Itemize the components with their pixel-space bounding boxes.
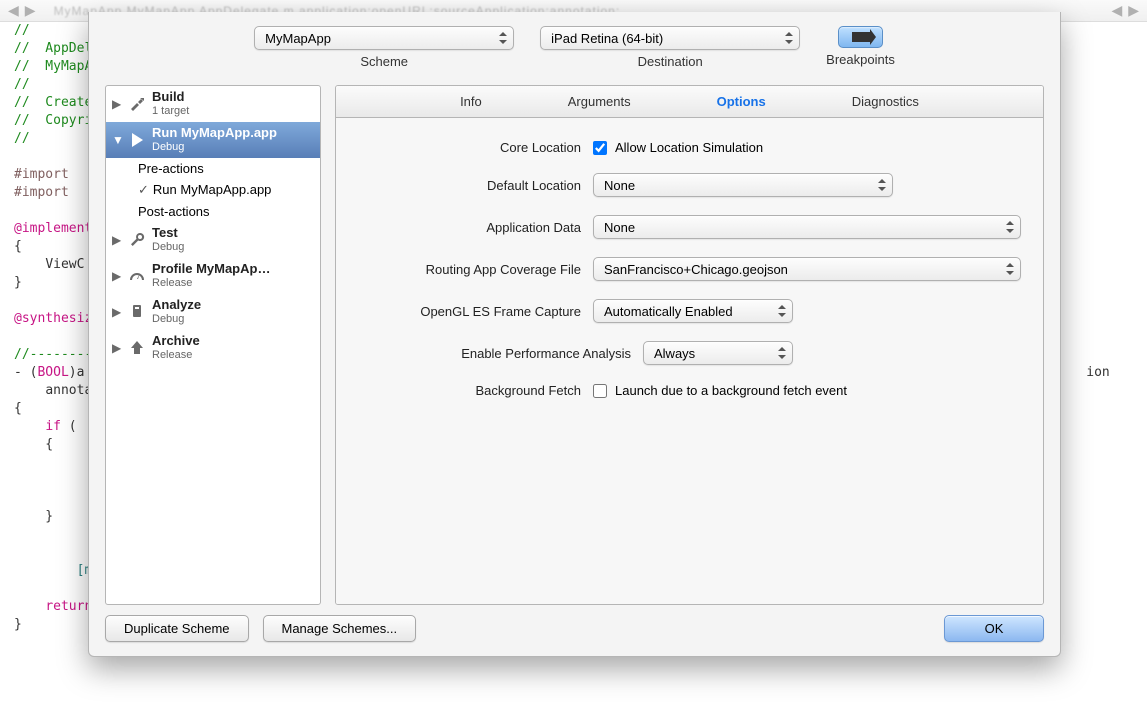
options-form: Core Location Allow Location Simulation …	[336, 118, 1043, 604]
sheet-footer: Duplicate Scheme Manage Schemes... OK	[89, 609, 1060, 656]
tab-diagnostics[interactable]: Diagnostics	[852, 94, 919, 109]
gauge-icon	[128, 267, 146, 285]
scheme-item-test[interactable]: ▶ TestDebug	[106, 222, 320, 258]
scheme-selector-label: Scheme	[360, 54, 408, 69]
background-fetch-label: Background Fetch	[358, 383, 593, 398]
chevron-right-icon[interactable]: ▶	[112, 233, 122, 247]
default-location-select[interactable]: None	[593, 173, 893, 197]
chevron-down-icon[interactable]: ▼	[112, 133, 122, 147]
opengl-capture-select[interactable]: Automatically Enabled	[593, 299, 793, 323]
tab-info[interactable]: Info	[460, 94, 482, 109]
breakpoint-icon	[852, 32, 870, 42]
analyze-icon	[128, 303, 146, 321]
chevron-right-icon[interactable]: ▶	[112, 269, 122, 283]
nav-forward-icon[interactable]: ▶	[25, 2, 36, 19]
archive-icon	[128, 339, 146, 357]
wrench-icon	[128, 231, 146, 249]
breakpoints-label: Breakpoints	[826, 52, 895, 67]
scheme-subitem-postactions[interactable]: Post-actions	[106, 201, 320, 222]
manage-schemes-button[interactable]: Manage Schemes...	[263, 615, 417, 642]
allow-location-simulation-text: Allow Location Simulation	[615, 140, 763, 155]
opengl-capture-label: OpenGL ES Frame Capture	[358, 304, 593, 319]
scheme-item-build[interactable]: ▶ Build1 target	[106, 86, 320, 122]
chevron-right-icon[interactable]: ▶	[112, 305, 122, 319]
scheme-action-list: ▶ Build1 target ▼ Run MyMapApp.appDebug …	[105, 85, 321, 605]
scheme-item-analyze[interactable]: ▶ AnalyzeDebug	[106, 294, 320, 330]
scheme-subitem-runapp[interactable]: Run MyMapApp.app	[106, 179, 320, 201]
default-location-label: Default Location	[358, 178, 593, 193]
chevron-right-icon[interactable]: ▶	[112, 341, 122, 355]
application-data-label: Application Data	[358, 220, 593, 235]
breakpoints-button[interactable]	[838, 26, 883, 48]
scheme-subitem-preactions[interactable]: Pre-actions	[106, 158, 320, 179]
chevron-right-icon[interactable]: ▶	[112, 97, 122, 111]
scheme-selector[interactable]: MyMapApp	[254, 26, 514, 50]
performance-analysis-select[interactable]: Always	[643, 341, 793, 365]
hammer-icon	[128, 95, 146, 113]
play-icon	[128, 131, 146, 149]
performance-analysis-label: Enable Performance Analysis	[358, 346, 643, 361]
destination-selector[interactable]: iPad Retina (64-bit)	[540, 26, 800, 50]
application-data-select[interactable]: None	[593, 215, 1021, 239]
tab-options[interactable]: Options	[717, 94, 766, 109]
detail-tabs: Info Arguments Options Diagnostics	[336, 86, 1043, 118]
scheme-editor-sheet: MyMapApp Scheme iPad Retina (64-bit) Des…	[88, 12, 1061, 657]
nav-back-icon[interactable]: ◀	[8, 2, 19, 19]
sheet-header: MyMapApp Scheme iPad Retina (64-bit) Des…	[89, 12, 1060, 75]
routing-file-label: Routing App Coverage File	[358, 262, 593, 277]
destination-selector-label: Destination	[638, 54, 703, 69]
background-fetch-text: Launch due to a background fetch event	[615, 383, 847, 398]
routing-file-select[interactable]: SanFrancisco+Chicago.geojson	[593, 257, 1021, 281]
nav-prev-icon[interactable]: ◀	[1111, 2, 1122, 19]
ok-button[interactable]: OK	[944, 615, 1044, 642]
tab-arguments[interactable]: Arguments	[568, 94, 631, 109]
nav-next-icon[interactable]: ▶	[1128, 2, 1139, 19]
allow-location-simulation-checkbox[interactable]	[593, 141, 607, 155]
duplicate-scheme-button[interactable]: Duplicate Scheme	[105, 615, 249, 642]
background-fetch-checkbox[interactable]	[593, 384, 607, 398]
scheme-item-run[interactable]: ▼ Run MyMapApp.appDebug	[106, 122, 320, 158]
core-location-label: Core Location	[358, 140, 593, 155]
scheme-item-profile[interactable]: ▶ Profile MyMapAp…Release	[106, 258, 320, 294]
scheme-item-archive[interactable]: ▶ ArchiveRelease	[106, 330, 320, 366]
scheme-detail-panel: Info Arguments Options Diagnostics Core …	[335, 85, 1044, 605]
